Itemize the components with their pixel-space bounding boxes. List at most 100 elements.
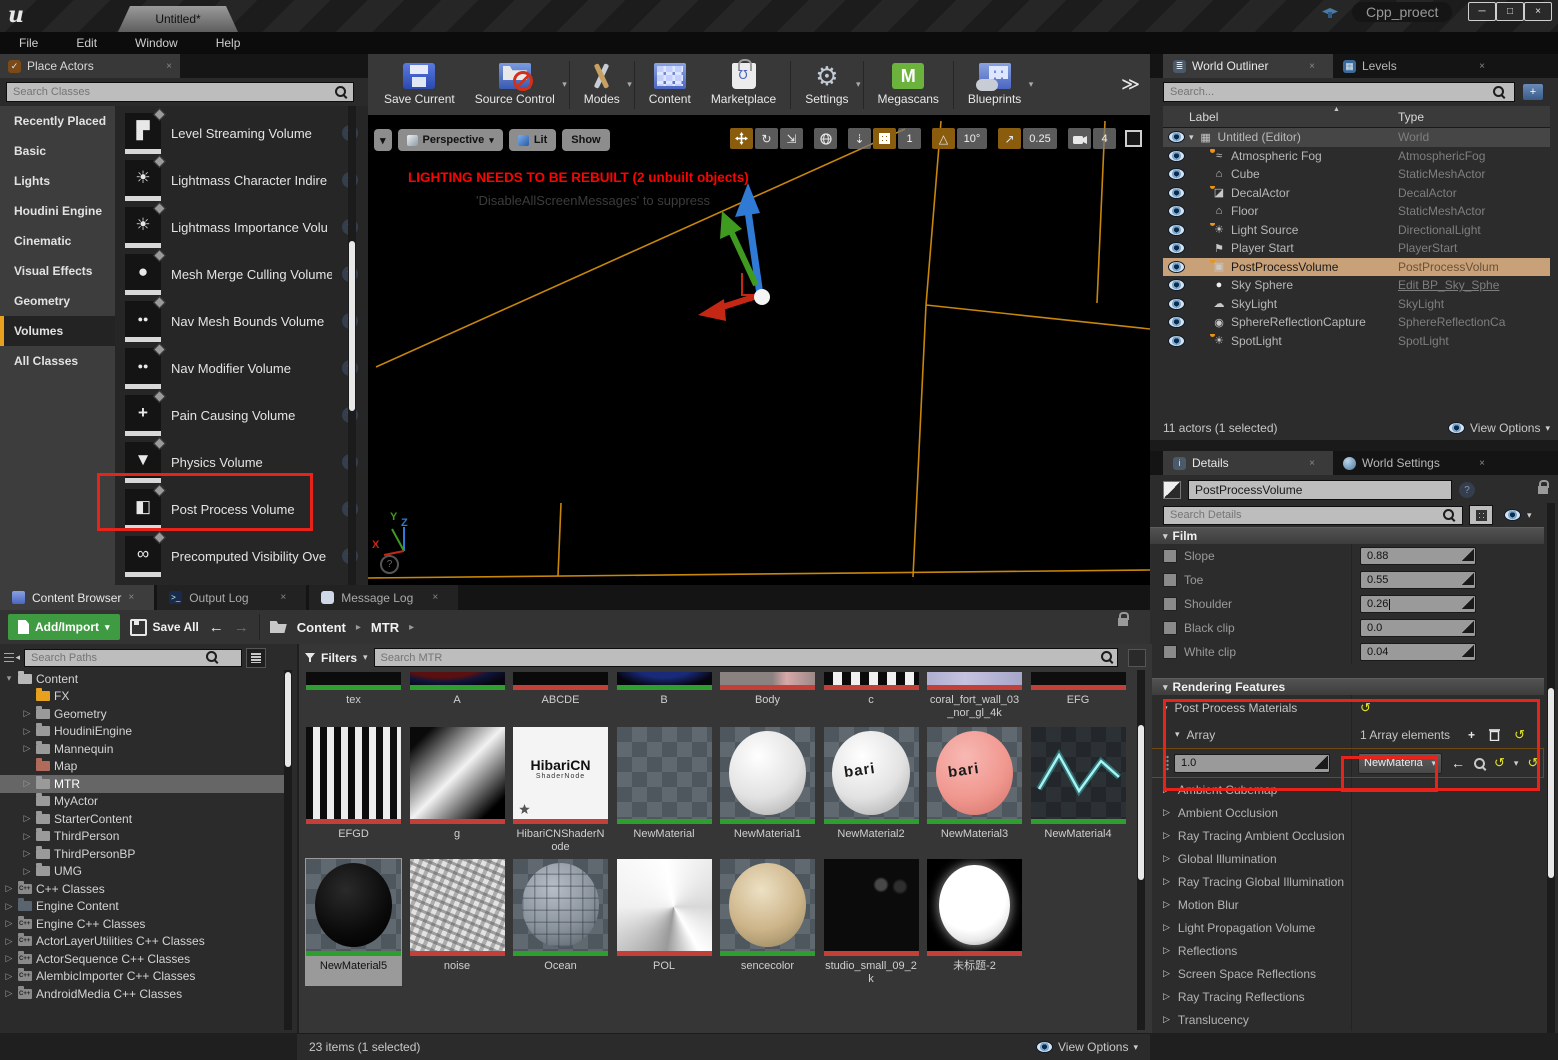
value-slider-icon[interactable] — [1462, 645, 1474, 657]
close-tab-icon[interactable]: × — [1309, 458, 1315, 469]
tree-item-androidmedia[interactable]: ▷ AndroidMedia C++ Classes — [0, 985, 290, 1003]
grid-snap-value-button[interactable]: 1 — [898, 128, 921, 149]
section-ray-tracing-ambient-occlusion[interactable]: ▷ Ray Tracing Ambient Occlusion — [1150, 824, 1544, 847]
element-options-icon[interactable]: ▾ — [1514, 758, 1519, 769]
breadcrumb-mtr[interactable]: MTR — [371, 620, 399, 635]
visibility-eye-icon[interactable] — [1168, 297, 1185, 310]
tree-item-startercontent[interactable]: ▷ StarterContent — [0, 810, 290, 828]
close-tab-icon[interactable]: × — [166, 61, 172, 72]
tree-item-geometry[interactable]: ▷ Geometry — [0, 705, 290, 723]
expand-icon[interactable]: ▷ — [4, 953, 14, 964]
back-button[interactable]: ← — [209, 619, 224, 636]
asset-tile[interactable]: NewMaterial4 — [1030, 726, 1127, 854]
move-tool-button[interactable] — [730, 128, 753, 149]
placeable-nav-mesh-bounds[interactable]: ●● Nav Mesh Bounds Volume ? — [125, 300, 358, 342]
tree-item-thirdperson[interactable]: ▷ ThirdPerson — [0, 828, 290, 846]
tab-message-log[interactable]: Message Log × — [309, 585, 459, 610]
chevron-down-icon[interactable]: ▾ — [856, 79, 861, 90]
visibility-eye-icon[interactable] — [1168, 149, 1185, 162]
filters-button[interactable]: Filters — [321, 651, 357, 665]
tab-details[interactable]: i Details × — [1163, 451, 1333, 475]
visibility-eye-icon[interactable] — [1168, 334, 1185, 347]
outliner-row-sphere-reflection[interactable]: ◉ SphereReflectionCapture SphereReflectio… — [1163, 313, 1550, 332]
visibility-eye-icon[interactable] — [1168, 316, 1185, 329]
add-import-button[interactable]: Add/Import ▾ — [8, 614, 120, 640]
viewport-help-icon[interactable]: ? — [380, 555, 399, 574]
close-tab-icon[interactable]: × — [128, 592, 134, 603]
collapse-icon[interactable]: ▾ — [1163, 703, 1168, 714]
outliner-row-skylight[interactable]: ☁ SkyLight SkyLight — [1163, 295, 1550, 314]
asset-tile[interactable]: g — [409, 726, 506, 854]
tree-item-cpp-classes[interactable]: ▷ C++ Classes — [0, 880, 290, 898]
chevron-down-icon[interactable]: ▾ — [562, 79, 567, 90]
transform-gizmo[interactable] — [698, 177, 868, 327]
sort-ascending-icon[interactable]: ▲ — [1333, 106, 1340, 113]
visibility-eye-icon[interactable] — [1168, 260, 1185, 273]
placeable-nav-modifier[interactable]: ●● Nav Modifier Volume ? — [125, 347, 358, 389]
menu-window[interactable]: Window — [116, 36, 197, 50]
breadcrumb-separator-icon[interactable]: ▸ — [409, 622, 414, 633]
expand-icon[interactable]: ▷ — [4, 918, 14, 929]
expand-icon[interactable]: ▾ — [1189, 132, 1194, 143]
property-row-array[interactable]: ▾ Array 1 Array elements + ↺ — [1150, 721, 1544, 748]
override-checkbox[interactable] — [1163, 597, 1177, 611]
place-actors-scrollbar[interactable] — [348, 106, 356, 585]
minimize-button[interactable]: ─ — [1468, 2, 1496, 21]
asset-tile[interactable]: HibariCN ShaderNode HibariCNShaderNode — [512, 726, 609, 854]
section-ray-tracing-global-illumination[interactable]: ▷ Ray Tracing Global Illumination — [1150, 870, 1544, 893]
collapse-icon[interactable]: ▾ — [4, 673, 14, 684]
tree-scrollbar[interactable] — [284, 670, 292, 1030]
chevron-down-icon[interactable]: ▾ — [363, 652, 368, 663]
reset-to-default-icon[interactable]: ↺ — [1527, 755, 1538, 771]
grid-snap-button[interactable] — [873, 128, 896, 149]
add-element-icon[interactable]: + — [1468, 728, 1475, 742]
placeable-level-streaming-volume[interactable]: ▛ Level Streaming Volume ? — [125, 112, 358, 154]
section-ambient-cubemap[interactable]: ▷ Ambient Cubemap — [1150, 778, 1544, 801]
value-slider-icon[interactable] — [1462, 573, 1474, 585]
asset-tile[interactable]: bari NewMaterial2 — [823, 726, 920, 854]
value-slider-icon[interactable] — [1462, 621, 1474, 633]
save-all-button[interactable]: Save All — [129, 618, 199, 636]
section-rendering-features[interactable]: ▾ Rendering Features — [1150, 678, 1544, 695]
expand-icon[interactable]: ▷ — [22, 778, 32, 789]
browse-to-asset-icon[interactable] — [1474, 757, 1485, 769]
asset-tile[interactable]: EFG — [1030, 671, 1127, 720]
asset-tile[interactable]: studio_small_09_2k — [823, 858, 920, 986]
tree-item-map[interactable]: Map — [0, 758, 290, 776]
placeable-physics-volume[interactable]: ▼ Physics Volume ? — [125, 441, 358, 483]
tab-place-actors[interactable]: ✓ Place Actors × — [0, 54, 180, 78]
show-button[interactable]: Show — [562, 129, 610, 151]
outliner-row-light-source[interactable]: ☀ Light Source DirectionalLight — [1163, 221, 1550, 240]
expand-icon[interactable]: ▷ — [22, 726, 32, 737]
viewport-options-button[interactable]: ▾ — [374, 129, 392, 151]
expand-icon[interactable]: ▷ — [4, 883, 14, 894]
surface-snap-button[interactable]: ⇣ — [848, 128, 871, 149]
tab-output-log[interactable]: >_ Output Log × — [157, 585, 307, 610]
scale-snap-button[interactable]: ↗ — [998, 128, 1021, 149]
expand-icon[interactable]: ▷ — [4, 901, 14, 912]
menu-edit[interactable]: Edit — [57, 36, 116, 50]
tree-item-content[interactable]: ▾ Content — [0, 670, 290, 688]
scale-tool-button[interactable]: ⇲ — [780, 128, 803, 149]
visibility-eye-icon[interactable] — [1168, 242, 1185, 255]
placeable-mesh-merge-culling[interactable]: ● Mesh Merge Culling Volume ? — [125, 253, 358, 295]
value-slider-icon[interactable] — [1315, 755, 1328, 769]
close-tab-icon[interactable]: × — [1479, 458, 1485, 469]
assets-scrollbar[interactable] — [1137, 670, 1145, 1030]
material-dropdown[interactable]: NewMateria ▾ — [1358, 752, 1442, 774]
viewport[interactable]: ▾ Perspective ▾ Lit Show ↻ ⇲ ⇣ 1 △ 10° ↗… — [368, 115, 1150, 585]
tree-item-mannequin[interactable]: ▷ Mannequin — [0, 740, 290, 758]
white-clip-value-input[interactable]: 0.04 — [1360, 643, 1476, 661]
tab-world-settings[interactable]: World Settings × — [1333, 451, 1503, 475]
value-slider-icon[interactable] — [1462, 597, 1474, 609]
close-tab-icon[interactable]: × — [1309, 61, 1315, 72]
scrollbar-thumb[interactable] — [349, 241, 355, 411]
outliner-row-spotlight[interactable]: ☀ SpotLight SpotLight — [1163, 332, 1550, 351]
asset-tile[interactable]: coral_fort_wall_03_nor_gl_4k — [926, 671, 1023, 720]
asset-tile[interactable]: tex — [305, 671, 402, 720]
category-all-classes[interactable]: All Classes — [0, 346, 115, 376]
value-slider-icon[interactable] — [1462, 549, 1474, 561]
property-row-post-process-materials[interactable]: ▾ Post Process Materials ↺ — [1150, 695, 1544, 721]
outliner-row-atmospheric-fog[interactable]: ≈ Atmospheric Fog AtmosphericFog — [1163, 147, 1550, 166]
category-volumes[interactable]: Volumes — [0, 316, 115, 346]
